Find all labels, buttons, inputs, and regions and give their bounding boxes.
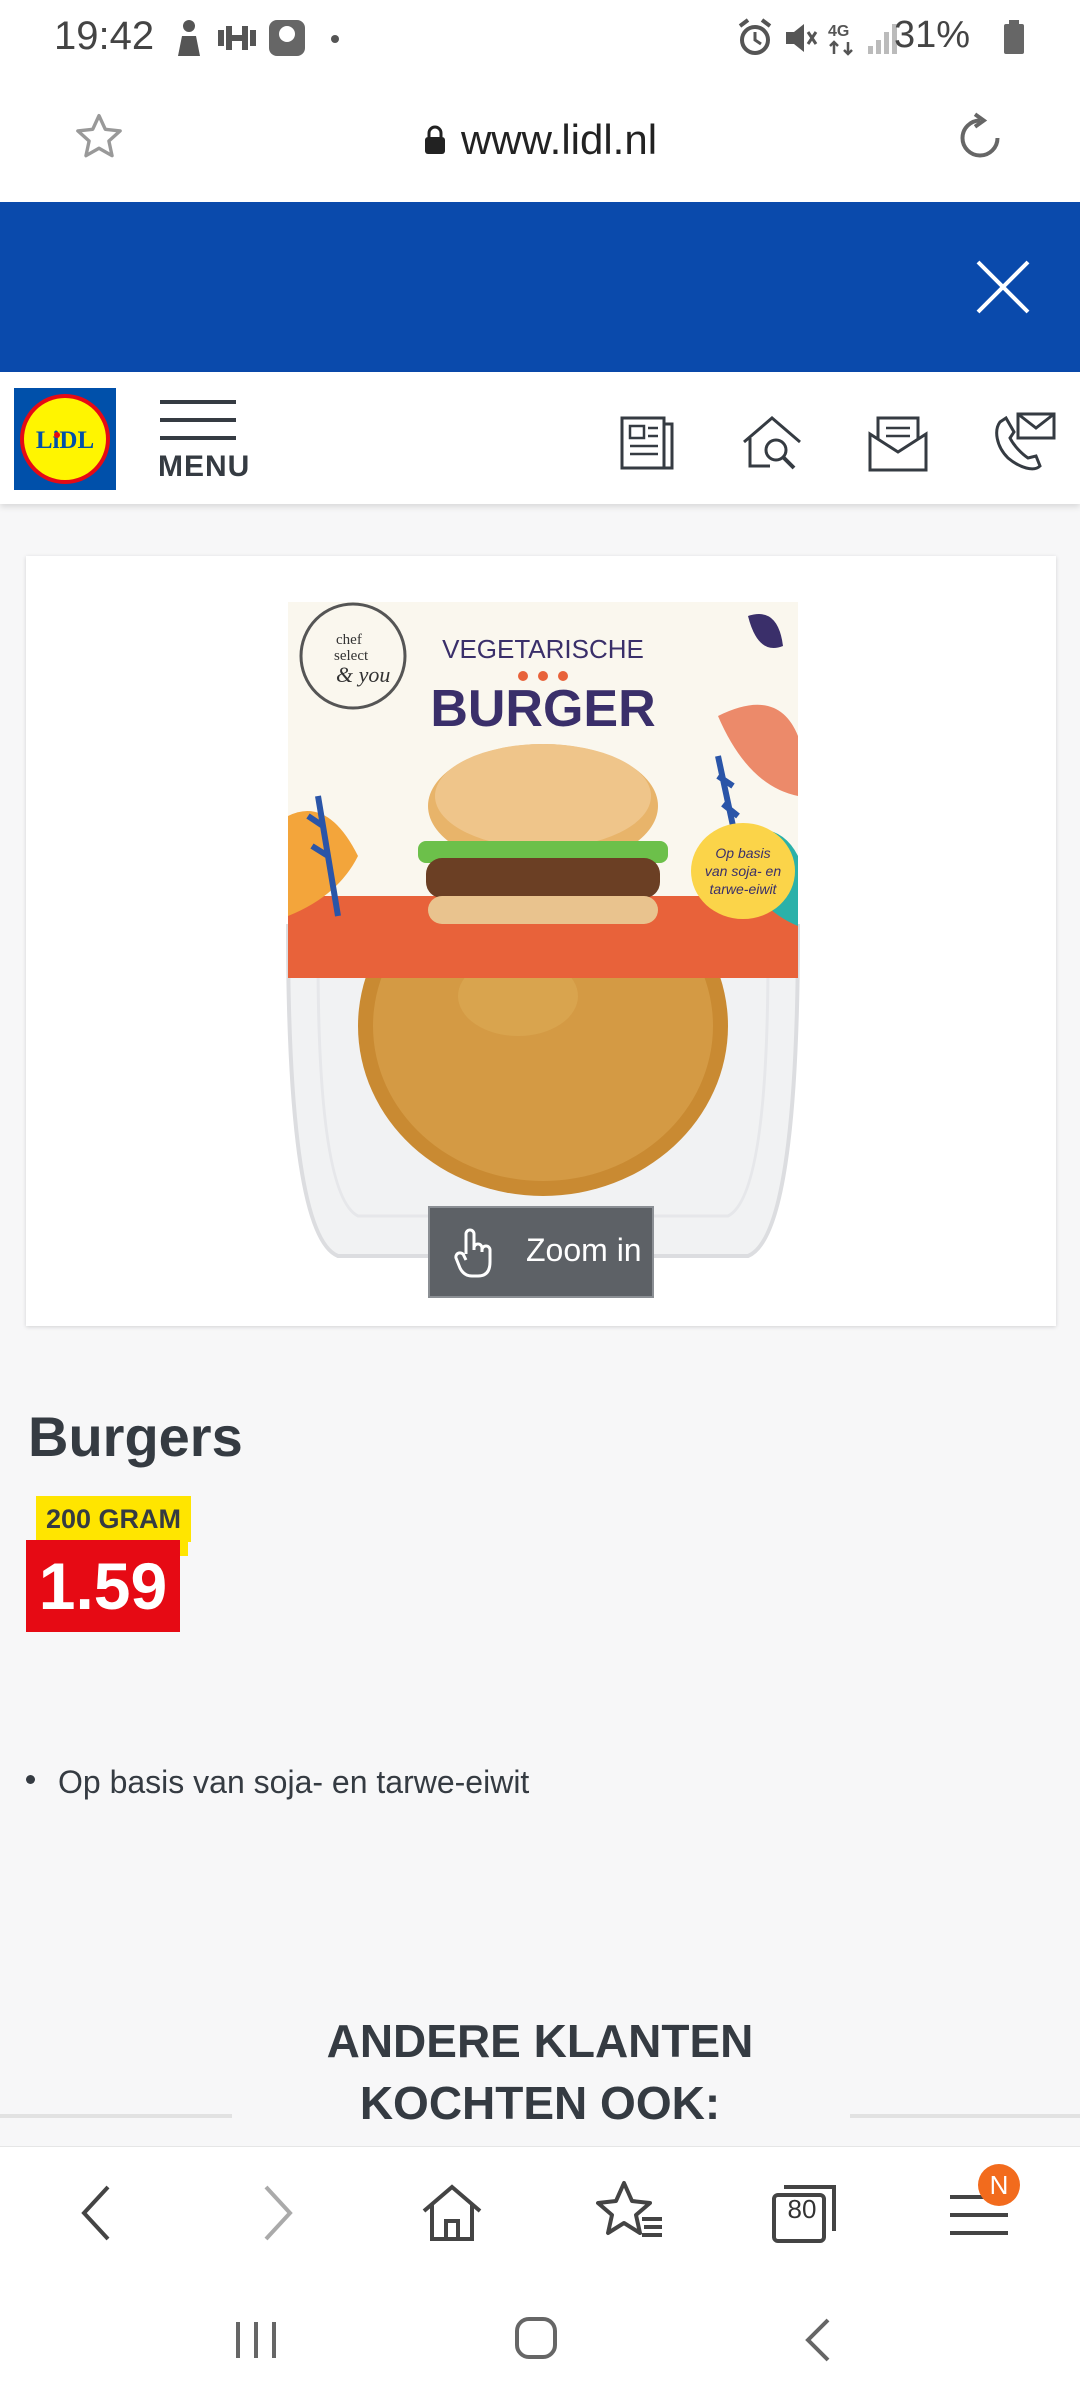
product-title: Burgers	[28, 1405, 243, 1468]
notification-badge: N	[978, 2164, 1020, 2206]
battery-icon	[1004, 20, 1024, 54]
contact-icon[interactable]	[990, 410, 1058, 474]
lidl-plus-icon	[269, 20, 305, 56]
reload-icon[interactable]	[950, 108, 1010, 168]
lidl-logo[interactable]: LiDL	[14, 388, 116, 490]
close-icon[interactable]	[974, 258, 1032, 316]
url-text: www.lidl.nl	[460, 116, 658, 163]
newsletter-icon[interactable]	[866, 412, 930, 474]
more-notifications-dot	[331, 35, 339, 43]
home-icon[interactable]	[418, 2181, 486, 2243]
price-badge: 1.59	[26, 1540, 180, 1632]
menu-hamburger-icon[interactable]	[160, 398, 236, 442]
status-time: 19:42	[54, 14, 155, 58]
promo-banner	[0, 202, 1080, 372]
mute-icon	[786, 24, 818, 52]
zoom-in-label: Zoom in	[526, 1232, 642, 1268]
running-app-icon	[178, 20, 200, 56]
zoom-in-button[interactable]: Zoom in	[428, 1206, 654, 1298]
tabs-count: 80	[787, 2194, 817, 2224]
back-nav-icon[interactable]	[800, 2316, 836, 2364]
hand-pointer-icon	[454, 1228, 492, 1278]
package-side-3: tarwe-eiwit	[710, 881, 778, 897]
svg-text:4G: 4G	[828, 23, 849, 40]
package-side-1: Op basis	[715, 845, 770, 861]
brand-line-1: chef	[336, 632, 362, 648]
battery-level: 31%	[893, 14, 970, 56]
site-header: LiDL MENU	[0, 372, 1080, 504]
lidl-logo-text: LiDL	[36, 427, 94, 454]
alarm-icon	[738, 18, 772, 55]
brand-line-3: & you	[336, 662, 390, 687]
back-icon[interactable]	[76, 2183, 120, 2243]
section-title-line-2: KOCHTEN OOK:	[359, 2077, 721, 2129]
4g-data-icon: 4G	[828, 23, 853, 56]
browser-toolbar	[0, 2146, 1080, 2277]
package-side-2: van soja- en	[705, 863, 781, 879]
system-nav-bar	[0, 2276, 1080, 2400]
leaflet-icon[interactable]	[614, 412, 678, 474]
menu-label[interactable]: MENU	[158, 450, 250, 484]
feature-bullet: Op basis van soja- en tarwe-eiwit	[58, 1764, 530, 1800]
section-title-line-1: ANDERE KLANTEN	[326, 2015, 754, 2067]
forward-icon[interactable]	[254, 2183, 298, 2243]
recent-apps-icon[interactable]	[232, 2318, 280, 2362]
section-divider-right	[850, 2114, 1080, 2118]
store-search-icon[interactable]	[740, 412, 804, 474]
bookmarks-icon[interactable]	[596, 2179, 666, 2245]
browser-url-bar: www.lidl.nl	[0, 78, 1080, 202]
product-image: chef select & you VEGETARISCHE BURGER Op…	[285, 602, 801, 1258]
lock-icon	[424, 125, 445, 154]
fitness-icon	[218, 26, 256, 50]
package-line-2: BURGER	[430, 680, 655, 738]
section-divider-left	[0, 2114, 232, 2118]
home-nav-icon[interactable]	[512, 2314, 560, 2362]
bullet-dot	[26, 1775, 35, 1784]
url-display[interactable]: www.lidl.nl	[0, 116, 1080, 164]
package-line-1: VEGETARISCHE	[442, 634, 644, 664]
status-bar: 19:42 4G 31%	[0, 0, 1080, 78]
weight-badge: 200 GRAM	[36, 1496, 192, 1542]
